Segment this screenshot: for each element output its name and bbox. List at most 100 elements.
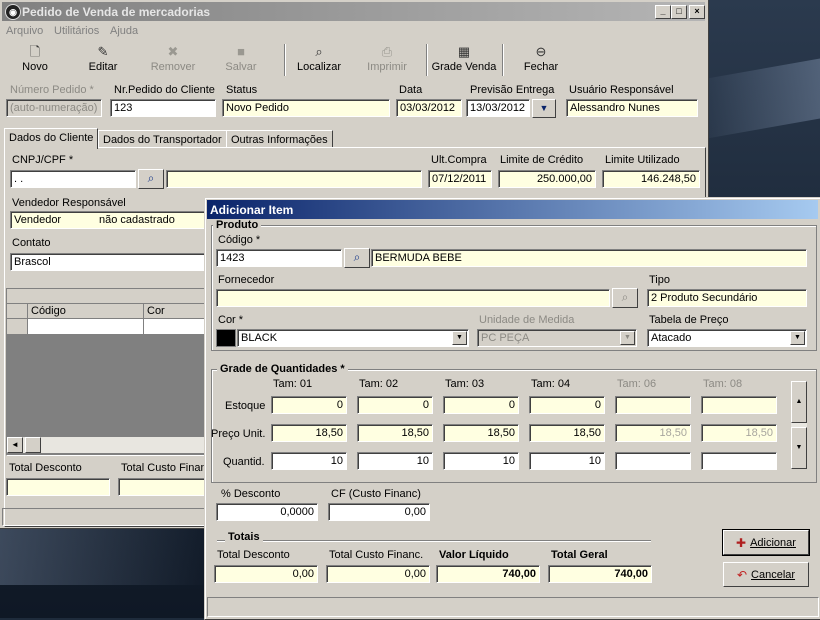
chevron-down-icon[interactable]: ▼ <box>452 331 467 345</box>
tab-outras-informacoes[interactable]: Outras Informações <box>226 130 333 148</box>
salvar-button[interactable]: ■ Salvar <box>214 42 268 78</box>
chevron-down-icon: ▼ <box>620 331 635 345</box>
fechar-button[interactable]: ⊖ Fechar <box>514 42 568 78</box>
imprimir-button[interactable]: ⎙ Imprimir <box>360 42 414 78</box>
window-title: Pedido de Venda de mercadorias <box>22 5 211 19</box>
cancelar-button[interactable]: ↶ Cancelar <box>723 562 809 587</box>
date-dropdown-button[interactable]: ▼ <box>532 99 556 118</box>
tabela-preco-select[interactable]: Atacado ▼ <box>647 329 807 347</box>
grid-hscrollbar[interactable]: ◄ <box>7 437 207 453</box>
scroll-up-icon[interactable]: ▲ <box>791 381 807 423</box>
toolbar-separator <box>284 44 286 76</box>
totais-group-title: Totais <box>225 531 263 543</box>
contato-field[interactable]: Brascol <box>10 253 206 271</box>
table-row[interactable] <box>7 319 207 334</box>
tipo-field[interactable]: 2 Produto Secundário <box>647 289 807 307</box>
codigo-field[interactable]: 1423 <box>216 249 342 267</box>
total-desconto-field[interactable] <box>6 478 110 496</box>
toolbar-separator <box>426 44 428 76</box>
desconto-label: % Desconto <box>221 488 281 500</box>
cnpj-field[interactable]: . . <box>10 170 136 188</box>
estoque-field[interactable]: 0 <box>357 396 433 414</box>
limite-utilizado-field[interactable]: 146.248,50 <box>602 170 700 188</box>
cf-field[interactable]: 0,00 <box>328 503 430 521</box>
preco-field[interactable]: 18,50 <box>357 424 433 442</box>
estoque-field[interactable]: 0 <box>443 396 519 414</box>
chevron-down-icon: ▼ <box>539 103 549 113</box>
cor-select[interactable]: BLACK ▼ <box>237 329 469 347</box>
items-grid[interactable]: Código Cor ◄ <box>6 288 208 456</box>
preco-field[interactable]: 18,50 <box>701 424 777 442</box>
menu-ajuda[interactable]: Ajuda <box>110 25 138 37</box>
total-geral-label: Total Geral <box>551 549 608 561</box>
estoque-field[interactable] <box>701 396 777 414</box>
tab-dados-cliente[interactable]: Dados do Cliente <box>4 128 99 149</box>
menu-arquivo[interactable]: Arquivo <box>6 25 43 37</box>
valor-liquido-label: Valor Líquido <box>439 549 509 561</box>
grade-vscrollbar[interactable]: ▲ ▼ <box>791 381 807 469</box>
quantid-field[interactable]: 10 <box>271 452 347 470</box>
scroll-down-icon[interactable]: ▼ <box>791 427 807 469</box>
preco-field[interactable]: 18,50 <box>271 424 347 442</box>
close-button[interactable]: × <box>689 5 705 19</box>
estoque-field[interactable] <box>615 396 691 414</box>
minimize-button[interactable]: _ <box>655 5 671 19</box>
cliente-name-field[interactable] <box>166 170 422 188</box>
tipo-label: Tipo <box>649 274 670 286</box>
produto-description-field[interactable]: BERMUDA BEBE <box>371 249 807 267</box>
codigo-search-button[interactable]: ⌕ <box>344 248 370 268</box>
usuario-responsavel-field[interactable]: Alessandro Nunes <box>566 99 698 117</box>
estoque-row-label: Estoque <box>225 400 266 412</box>
status-field[interactable]: Novo Pedido <box>222 99 390 117</box>
fornecedor-field[interactable] <box>216 289 610 307</box>
menu-utilitarios[interactable]: Utilitários <box>54 25 99 37</box>
quantid-field[interactable] <box>615 452 691 470</box>
maximize-button[interactable]: □ <box>671 5 687 19</box>
total-geral-field[interactable]: 740,00 <box>548 565 652 583</box>
tabela-preco-label: Tabela de Preço <box>649 314 729 326</box>
quantid-field[interactable]: 10 <box>529 452 605 470</box>
tab-dados-transportador[interactable]: Dados do Transportador <box>98 130 227 148</box>
grade-venda-button[interactable]: ▦ Grade Venda <box>430 42 498 78</box>
column-codigo[interactable]: Código <box>31 305 66 317</box>
column-cor[interactable]: Cor <box>147 305 165 317</box>
estoque-field[interactable]: 0 <box>271 396 347 414</box>
editar-button[interactable]: ✎ Editar <box>76 42 130 78</box>
nr-pedido-cliente-label: Nr.Pedido do Cliente <box>114 84 215 96</box>
preco-field[interactable]: 18,50 <box>615 424 691 442</box>
scroll-left-icon[interactable]: ◄ <box>7 437 23 453</box>
new-document-icon: 🗋 <box>29 44 41 59</box>
total-desconto-field[interactable]: 0,00 <box>214 565 318 583</box>
chevron-down-icon[interactable]: ▼ <box>790 331 805 345</box>
valor-liquido-field[interactable]: 740,00 <box>436 565 540 583</box>
cnpj-search-button[interactable]: ⌕ <box>138 169 164 189</box>
desconto-field[interactable]: 0,0000 <box>216 503 318 521</box>
localizar-button[interactable]: ⌕ Localizar <box>292 42 346 78</box>
fornecedor-search-button[interactable]: ⌕ <box>612 288 638 308</box>
remover-button[interactable]: ✖ Remover <box>144 42 202 78</box>
data-field[interactable]: 03/03/2012 <box>396 99 462 117</box>
scroll-thumb[interactable] <box>25 437 41 453</box>
codigo-label: Código * <box>218 234 261 246</box>
produto-group-title: Produto <box>213 219 262 231</box>
vendedor-field[interactable]: Vendedor não cadastrado <box>10 211 206 229</box>
preco-field[interactable]: 18,50 <box>443 424 519 442</box>
preco-field[interactable]: 18,50 <box>529 424 605 442</box>
grid-top-header <box>7 289 207 303</box>
quantid-field[interactable]: 10 <box>357 452 433 470</box>
nr-pedido-cliente-field[interactable]: 123 <box>110 99 216 117</box>
previsao-entrega-field[interactable]: 13/03/2012 <box>466 99 530 117</box>
adicionar-button[interactable]: ✚ Adicionar <box>722 529 810 556</box>
total-custo-field[interactable]: 0,00 <box>326 565 430 583</box>
quantid-field[interactable]: 10 <box>443 452 519 470</box>
novo-button[interactable]: 🗋 Novo <box>8 42 62 78</box>
estoque-field[interactable]: 0 <box>529 396 605 414</box>
ult-compra-field[interactable]: 07/12/2011 <box>428 170 492 188</box>
size-header: Tam: 01 <box>273 378 313 390</box>
quantid-field[interactable] <box>701 452 777 470</box>
save-icon: ■ <box>237 44 245 59</box>
limite-credito-field[interactable]: 250.000,00 <box>498 170 596 188</box>
unidade-medida-select[interactable]: PC PEÇA ▼ <box>477 329 637 347</box>
total-custo-field[interactable] <box>118 478 206 496</box>
edit-icon: ✎ <box>97 44 109 59</box>
